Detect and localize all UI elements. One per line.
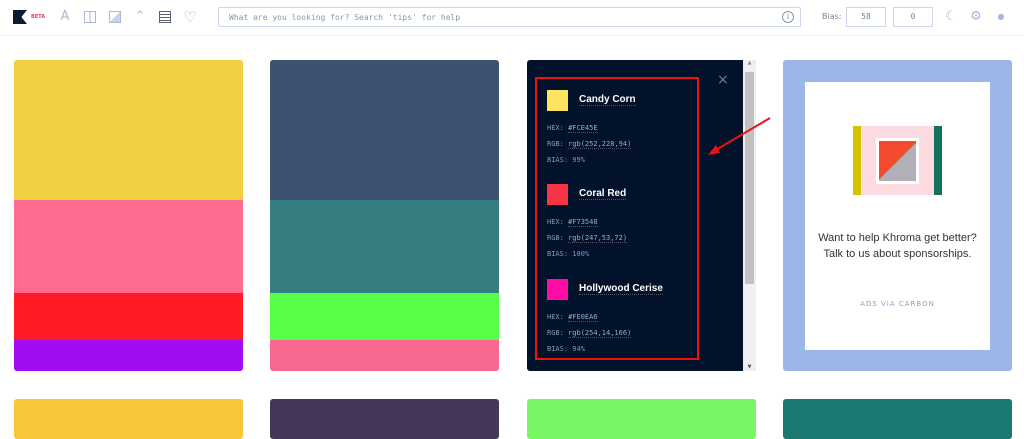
color-band <box>14 340 243 371</box>
hex-label: HEX: <box>547 124 564 132</box>
scrollbar[interactable]: ▲ ▼ <box>743 60 756 371</box>
status-dot-icon: ● <box>997 12 1005 21</box>
palette-card-2[interactable] <box>270 60 499 371</box>
dark-mode-icon[interactable]: ☾ <box>944 10 958 24</box>
close-icon[interactable]: × <box>717 72 729 88</box>
palette-card-7[interactable] <box>527 399 756 439</box>
hex-value[interactable]: #FCE45E <box>568 124 598 133</box>
color-band <box>270 340 499 371</box>
settings-icon[interactable]: ⚙ <box>969 10 983 24</box>
ad-image <box>853 126 942 195</box>
rgb-label: RGB: <box>547 234 564 242</box>
hex-value[interactable]: #FE0EA6 <box>568 313 598 322</box>
type-icon[interactable]: A <box>58 10 72 24</box>
bias-label: Bias: <box>822 12 842 21</box>
color-swatch <box>547 90 568 111</box>
color-name[interactable]: Hollywood Cerise <box>579 283 663 295</box>
bias-value: 99% <box>572 156 585 164</box>
palette-icon[interactable] <box>158 10 172 24</box>
bias-value: 100% <box>572 250 590 258</box>
highlight-box: Candy Corn HEX: #FCE45E RGB: rgb(252,228… <box>535 77 699 360</box>
color-band <box>270 200 499 293</box>
beta-badge: BETA <box>31 14 46 20</box>
bias-value: 94% <box>572 345 585 353</box>
bias-label: BIAS: <box>547 156 569 164</box>
hex-label: HEX: <box>547 313 564 321</box>
color-band <box>14 200 243 293</box>
scroll-down-icon[interactable]: ▼ <box>743 364 756 370</box>
palette-card-1[interactable] <box>14 60 243 371</box>
bias-label: BIAS: <box>547 345 569 353</box>
gradient-icon[interactable] <box>108 10 122 24</box>
hex-label: HEX: <box>547 218 564 226</box>
bias-label: BIAS: <box>547 250 569 258</box>
search-input[interactable]: What are you looking for? Search 'tips' … <box>218 7 801 27</box>
bias-line: BIAS: 99% <box>547 156 585 164</box>
rgb-label: RGB: <box>547 329 564 337</box>
bias-input-2[interactable]: 0 <box>893 7 933 27</box>
color-name[interactable]: Coral Red <box>579 188 627 200</box>
color-band <box>14 293 243 340</box>
heart-icon[interactable]: ♡ <box>183 10 197 25</box>
ad-text[interactable]: Want to help Khroma get better? Talk to … <box>815 230 980 262</box>
khroma-logo[interactable] <box>13 10 27 24</box>
image-icon[interactable]: ⌃ <box>133 10 147 24</box>
rgb-value[interactable]: rgb(252,228,94) <box>568 140 632 149</box>
color-swatch <box>547 184 568 205</box>
ad-content[interactable]: Want to help Khroma get better? Talk to … <box>805 82 990 350</box>
palette-card-5[interactable] <box>14 399 243 439</box>
color-band <box>14 60 243 200</box>
color-info-panel: Candy Corn HEX: #FCE45E RGB: rgb(252,228… <box>527 60 756 371</box>
palette-card-6[interactable] <box>270 399 499 439</box>
ads-via-carbon-link[interactable]: ADS VIA CARBON <box>805 300 990 308</box>
bias-input-1[interactable]: 58 <box>846 7 886 27</box>
info-icon[interactable]: i <box>782 11 794 23</box>
columns-icon[interactable] <box>83 10 97 24</box>
sponsor-ad-card[interactable]: Want to help Khroma get better? Talk to … <box>783 60 1012 371</box>
rgb-value[interactable]: rgb(247,53,72) <box>568 234 628 243</box>
rgb-value[interactable]: rgb(254,14,166) <box>568 329 632 338</box>
annotation-arrow-icon <box>708 117 771 155</box>
color-band <box>270 60 499 200</box>
bias-line: BIAS: 94% <box>547 345 585 353</box>
color-band <box>270 293 499 340</box>
scrollbar-thumb[interactable] <box>745 72 754 284</box>
top-bar: BETA A ⌃ ♡ What are you looking for? Sea… <box>0 0 1024 36</box>
bias-line: BIAS: 100% <box>547 250 589 258</box>
scroll-up-icon[interactable]: ▲ <box>743 60 756 66</box>
color-name[interactable]: Candy Corn <box>579 94 636 106</box>
palette-card-8[interactable] <box>783 399 1012 439</box>
color-swatch <box>547 279 568 300</box>
hex-value[interactable]: #F73548 <box>568 218 598 227</box>
rgb-label: RGB: <box>547 140 564 148</box>
